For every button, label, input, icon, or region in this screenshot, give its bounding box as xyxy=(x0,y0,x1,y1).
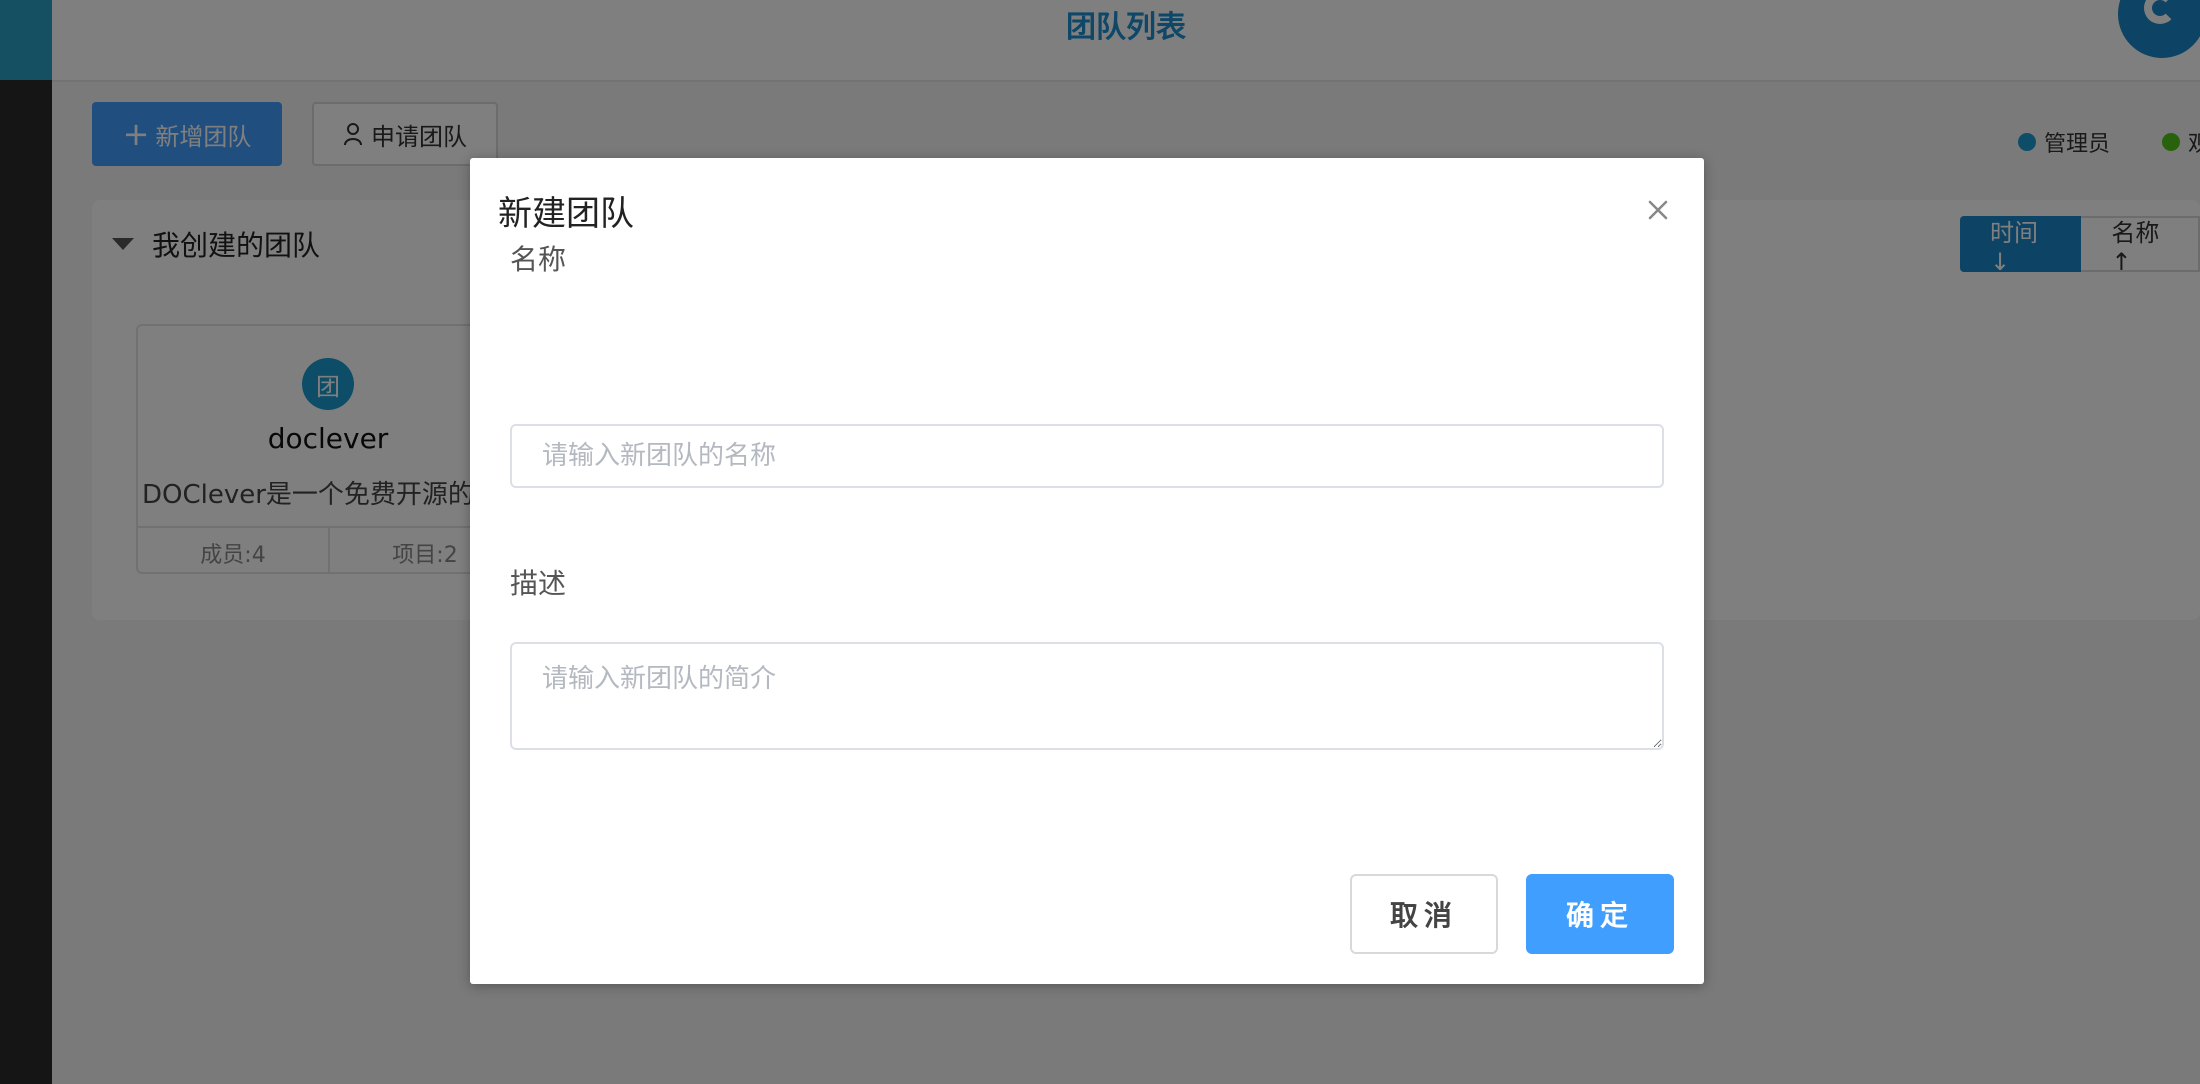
confirm-button[interactable]: 确定 xyxy=(1526,874,1674,954)
new-team-dialog: 新建团队 名称 描述 取消 确定 xyxy=(470,158,1704,984)
cancel-button[interactable]: 取消 xyxy=(1350,874,1498,954)
team-name-input[interactable] xyxy=(510,424,1664,488)
description-label: 描述 xyxy=(510,567,567,600)
name-label: 名称 xyxy=(510,243,567,276)
dialog-title: 新建团队 xyxy=(498,194,634,234)
close-icon[interactable] xyxy=(1642,194,1674,226)
team-description-input[interactable] xyxy=(510,642,1664,750)
